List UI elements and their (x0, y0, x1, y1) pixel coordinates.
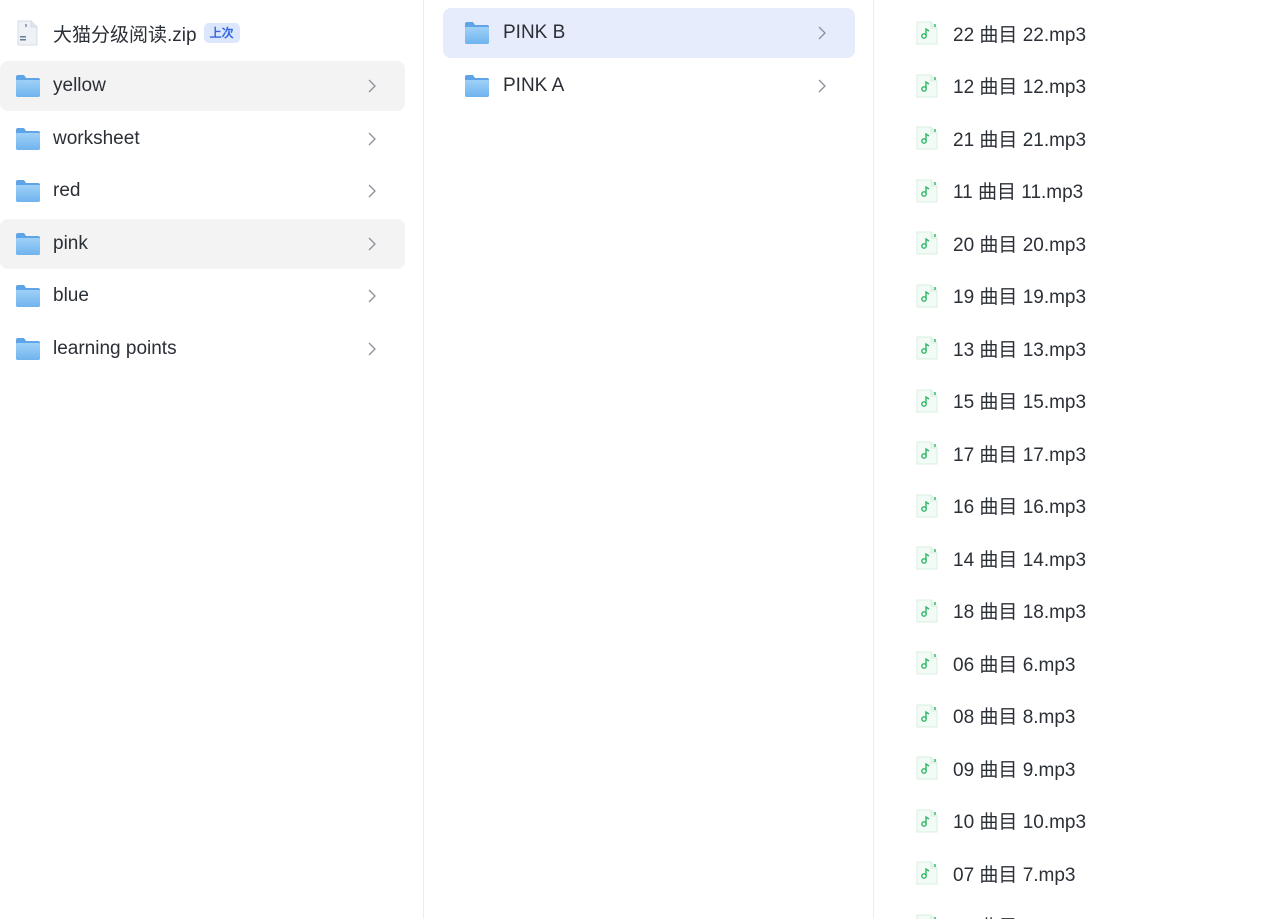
audio-file-name: 21 曲目 21.mp3 (953, 129, 1087, 151)
folder-name: PINK A (503, 74, 565, 96)
folder-row[interactable]: red (0, 166, 405, 216)
folder-name: worksheet (53, 127, 140, 149)
audio-file-row[interactable]: 12 曲目 12.mp3 (894, 61, 1264, 111)
audio-file-icon (916, 179, 938, 203)
audio-file-icon (916, 809, 938, 833)
folder-icon (15, 179, 41, 203)
audio-file-name: 20 曲目 20.mp3 (953, 234, 1087, 256)
chevron-right-icon (367, 219, 377, 269)
audio-file-name: 14 曲目 14.mp3 (953, 549, 1087, 571)
folder-row[interactable]: yellow (0, 61, 405, 111)
audio-file-name: 19 曲目 19.mp3 (953, 287, 1087, 308)
chevron-right-icon (367, 166, 377, 216)
audio-file-name: 16 曲目 16.mp3 (953, 497, 1087, 518)
zip-file-icon (15, 20, 39, 51)
column-pink-b: 22 曲目 22.mp3 12 曲目 12.mp3 21 曲目 21.mp3 11 曲… (874, 0, 1278, 919)
chevron-right-icon (367, 271, 377, 321)
audio-file-name: 17 曲目 17.mp3 (953, 444, 1087, 466)
audio-file-icon (916, 546, 938, 570)
audio-file-name: 18 曲目 18.mp3 (953, 602, 1087, 623)
folder-row[interactable]: worksheet (0, 114, 405, 164)
column-root: 大猫分级阅读.zip 上次 yellow worksheet red pink blue… (0, 0, 423, 919)
chevron-right-icon (817, 8, 827, 58)
audio-file-icon (916, 494, 938, 518)
folder-name: learning points (53, 337, 177, 359)
audio-file-row[interactable]: 05 曲目 (894, 901, 1264, 919)
folder-icon (15, 127, 41, 151)
audio-file-name: 09 曲目 9.mp3 (953, 759, 1076, 781)
audio-file-icon (916, 284, 938, 308)
audio-file-row[interactable]: 17 曲目 17.mp3 (894, 428, 1264, 478)
audio-file-row[interactable]: 18 曲目 18.mp3 (894, 586, 1264, 636)
audio-file-row[interactable]: 08 曲目 8.mp3 (894, 691, 1264, 741)
audio-file-icon (916, 126, 938, 150)
folder-row[interactable]: PINK A (443, 61, 855, 111)
audio-file-name: 05 曲目 (953, 912, 1017, 919)
audio-file-icon (916, 861, 938, 885)
column-pink: PINK B PINK A (424, 0, 873, 919)
folder-row[interactable]: blue (0, 271, 405, 321)
zip-file-name: 大猫分级阅读.zip (53, 24, 197, 46)
audio-file-name: 15 曲目 15.mp3 (953, 392, 1087, 413)
folder-row[interactable]: learning points (0, 324, 405, 374)
audio-file-row[interactable]: 16 曲目 16.mp3 (894, 481, 1264, 531)
folder-icon (15, 337, 41, 361)
folder-icon (15, 232, 41, 256)
audio-file-name: 06 曲目 6.mp3 (953, 654, 1076, 676)
audio-file-name: 12 曲目 12.mp3 (953, 77, 1087, 98)
folder-name: blue (53, 285, 89, 306)
folder-icon (15, 74, 41, 98)
audio-file-name: 11 曲目 11.mp3 (953, 182, 1084, 203)
audio-file-name: 10 曲目 10.mp3 (953, 812, 1087, 833)
audio-file-row[interactable]: 06 曲目 6.mp3 (894, 638, 1264, 688)
audio-file-row[interactable]: 13 曲目 13.mp3 (894, 323, 1264, 373)
last-visited-badge: 上次 (203, 23, 240, 43)
folder-icon (15, 284, 41, 308)
audio-file-row[interactable]: 09 曲目 9.mp3 (894, 743, 1264, 793)
audio-file-row[interactable]: 22 曲目 22.mp3 (894, 8, 1264, 58)
chevron-right-icon (367, 61, 377, 111)
audio-file-icon (916, 756, 938, 780)
audio-file-icon (916, 336, 938, 360)
folder-name: yellow (53, 75, 106, 96)
folder-icon (464, 74, 490, 98)
audio-file-icon (916, 389, 938, 413)
folder-row[interactable]: PINK B (443, 8, 855, 58)
chevron-right-icon (817, 61, 827, 111)
chevron-right-icon (367, 114, 377, 164)
chevron-right-icon (367, 324, 377, 374)
audio-file-icon (916, 21, 938, 45)
audio-file-row[interactable]: 10 曲目 10.mp3 (894, 796, 1264, 846)
folder-row[interactable]: pink (0, 218, 405, 269)
audio-file-icon (916, 704, 938, 728)
audio-file-row[interactable]: 19 曲目 19.mp3 (894, 271, 1264, 321)
audio-file-icon (916, 651, 938, 675)
audio-file-row[interactable]: 15 曲目 15.mp3 (894, 376, 1264, 426)
audio-file-row[interactable]: 07 曲目 7.mp3 (894, 848, 1264, 898)
audio-file-row[interactable]: 21 曲目 21.mp3 (894, 113, 1264, 163)
folder-name: red (53, 180, 81, 201)
audio-file-icon (916, 599, 938, 623)
folder-name: PINK B (503, 22, 566, 43)
audio-file-row[interactable]: 14 曲目 14.mp3 (894, 533, 1264, 583)
audio-file-name: 22 曲目 22.mp3 (953, 24, 1087, 46)
audio-file-row[interactable]: 11 曲目 11.mp3 (894, 166, 1264, 216)
folder-icon (464, 21, 490, 45)
audio-file-name: 08 曲目 8.mp3 (953, 707, 1076, 728)
folder-name: pink (53, 232, 88, 254)
zip-file-row[interactable]: 大猫分级阅读.zip 上次 (0, 8, 405, 58)
audio-file-icon (916, 441, 938, 465)
audio-file-icon (916, 914, 938, 919)
audio-file-row[interactable]: 20 曲目 20.mp3 (894, 218, 1264, 268)
audio-file-name: 07 曲目 7.mp3 (953, 864, 1076, 886)
audio-file-icon (916, 231, 938, 255)
audio-file-icon (916, 74, 938, 98)
audio-file-name: 13 曲目 13.mp3 (953, 339, 1087, 361)
